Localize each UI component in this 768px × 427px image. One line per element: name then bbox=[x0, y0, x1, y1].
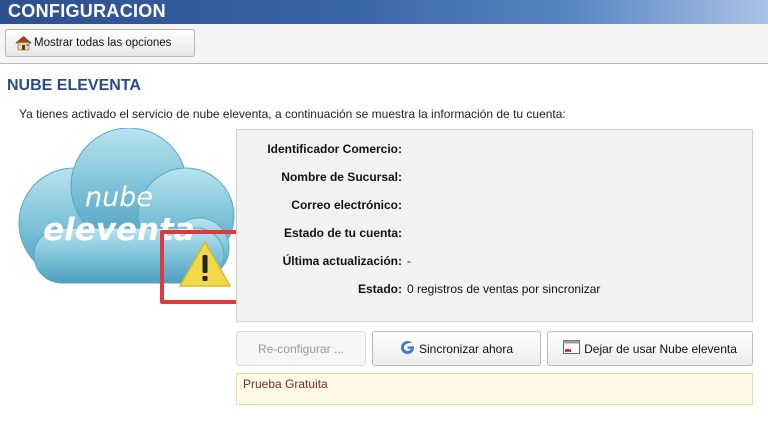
show-all-options-label: Mostrar todas las opciones bbox=[34, 37, 172, 49]
merchant-id-label: Identificador Comercio: bbox=[267, 142, 402, 156]
info-row-sync-status: Estado: 0 registros de ventas por sincro… bbox=[237, 282, 754, 302]
info-row-branch-name: Nombre de Sucursal: bbox=[237, 170, 754, 190]
title-bar: CONFIGURACION bbox=[0, 0, 768, 24]
window-title: CONFIGURACION bbox=[8, 1, 166, 21]
reconfigure-button[interactable]: Re-configurar ... bbox=[236, 331, 366, 366]
warning-icon bbox=[178, 240, 232, 288]
sync-now-button[interactable]: Sincronizar ahora bbox=[372, 331, 541, 366]
branch-name-label: Nombre de Sucursal: bbox=[281, 170, 402, 184]
g-sync-icon bbox=[400, 340, 415, 358]
home-icon bbox=[15, 35, 32, 51]
toolbar: Mostrar todas las opciones bbox=[0, 24, 768, 64]
plan-status-text: Prueba Gratuita bbox=[243, 377, 328, 391]
info-row-last-update: Última actualización: - bbox=[237, 254, 754, 274]
intro-text: Ya tienes activado el servicio de nube e… bbox=[19, 107, 566, 121]
email-label: Correo electrónico: bbox=[291, 198, 402, 212]
window-icon bbox=[563, 340, 581, 357]
show-all-options-button[interactable]: Mostrar todas las opciones bbox=[5, 29, 195, 57]
sync-status-label: Estado: bbox=[357, 282, 402, 296]
info-row-account-status: Estado de tu cuenta: bbox=[237, 226, 754, 246]
info-row-email: Correo electrónico: bbox=[237, 198, 754, 218]
plan-status-banner: Prueba Gratuita bbox=[236, 373, 753, 405]
sync-now-label: Sincronizar ahora bbox=[418, 341, 514, 356]
stop-using-nube-label: Dejar de usar Nube eleventa bbox=[584, 341, 737, 356]
sync-status-value: 0 registros de ventas por sincronizar bbox=[407, 282, 601, 296]
info-row-merchant-id: Identificador Comercio: bbox=[237, 142, 754, 162]
account-info-panel: Identificador Comercio: Nombre de Sucurs… bbox=[236, 129, 753, 322]
last-update-label: Última actualización: bbox=[282, 254, 402, 268]
reconfigure-label: Re-configurar ... bbox=[257, 341, 345, 356]
stop-using-nube-button[interactable]: Dejar de usar Nube eleventa bbox=[547, 331, 753, 366]
logo-text-nube: nube bbox=[85, 182, 153, 213]
section-title: NUBE ELEVENTA bbox=[7, 77, 141, 94]
account-status-label: Estado de tu cuenta: bbox=[283, 226, 402, 240]
last-update-value: - bbox=[407, 254, 411, 268]
